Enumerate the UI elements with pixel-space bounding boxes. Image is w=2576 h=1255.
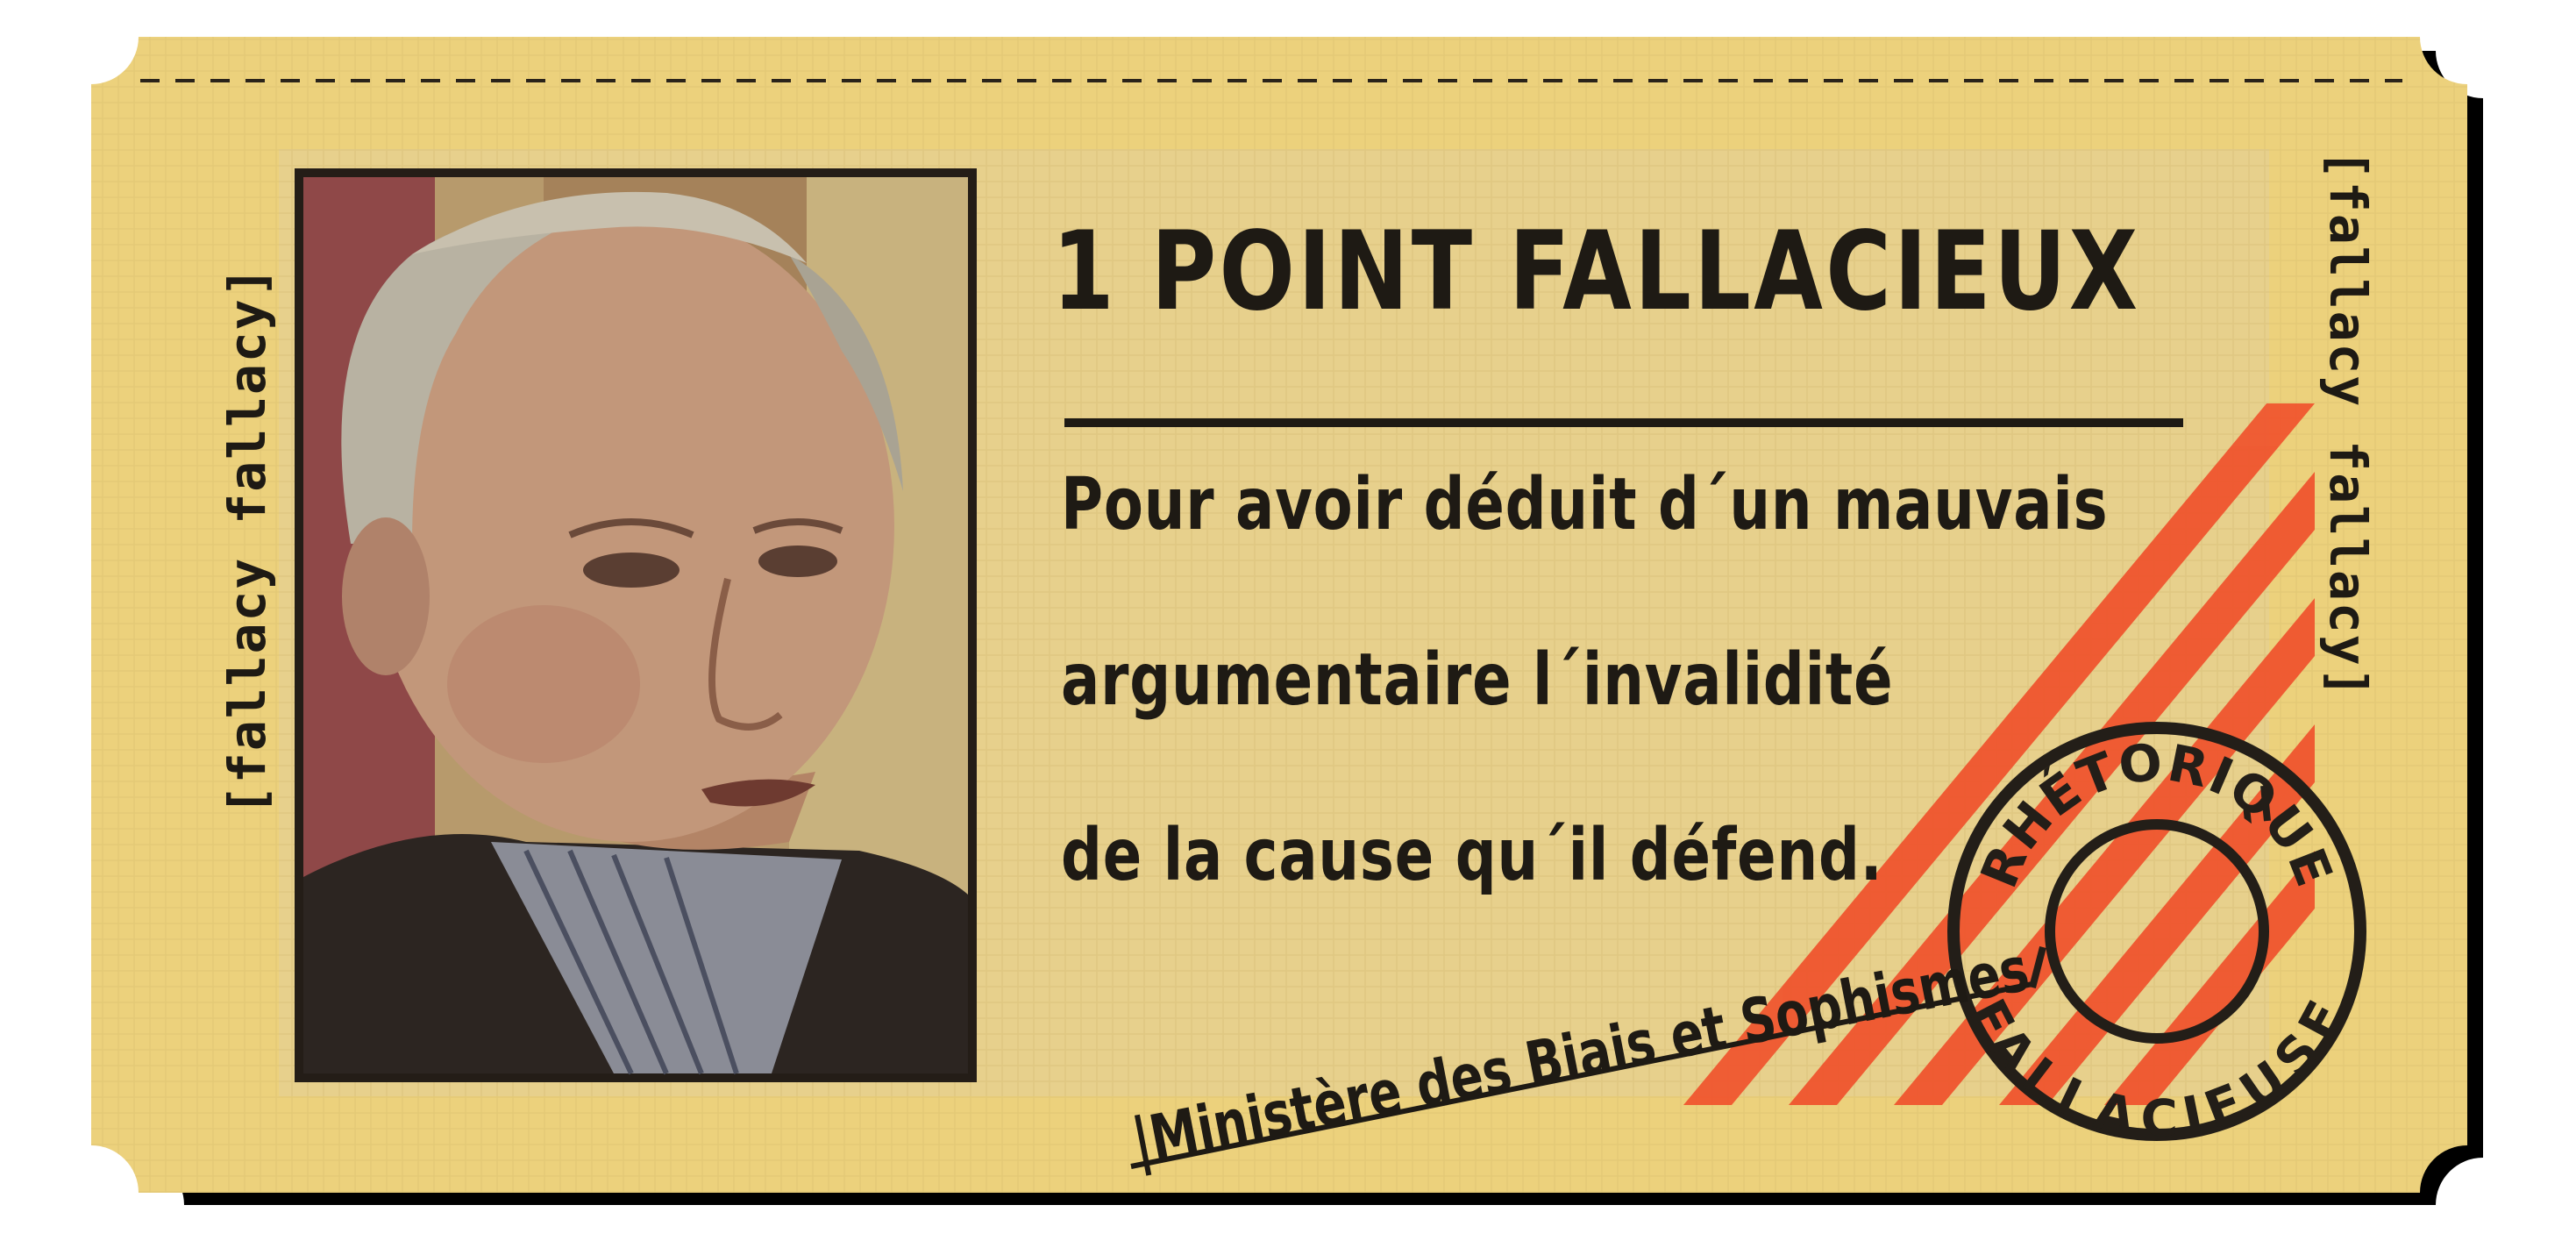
fallacy-ticket: RHÉTORIQUE FALLACIEUSE 1 POINT FALLACIEU… bbox=[0, 0, 2576, 1251]
message-line-2: argumentaire l´invalidité bbox=[1061, 638, 1894, 722]
message-line-3: de la cause qu´il défend. bbox=[1061, 814, 1883, 897]
side-label-right: [fallacy fallacy] bbox=[2318, 149, 2378, 700]
side-label-left: [fallacy fallacy] bbox=[217, 265, 277, 816]
ticket-title: 1 POINT FALLACIEUX bbox=[1052, 209, 2141, 335]
message-line-1: Pour avoir déduit d´un mauvais bbox=[1061, 463, 2109, 546]
ticket-graphic: RHÉTORIQUE FALLACIEUSE bbox=[91, 37, 2483, 1205]
portrait-photo bbox=[295, 168, 977, 1082]
